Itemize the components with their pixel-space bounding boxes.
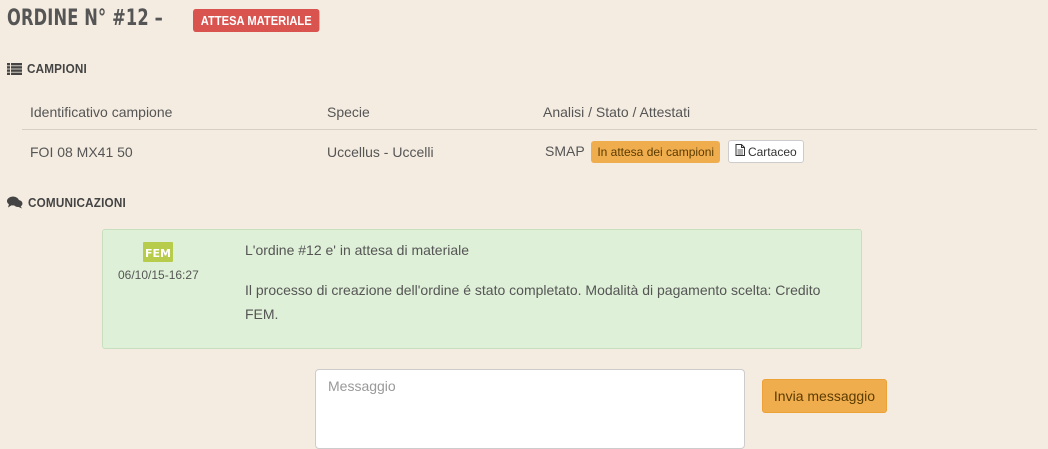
samples-heading-label: CAMPIONI (27, 61, 87, 76)
table-header-row: Identificativo campione Specie Analisi /… (22, 96, 1037, 130)
analysis-state-badge: In attesa dei campioni (591, 141, 721, 163)
communication-message: FEM 06/10/15-16:27 L'ordine #12 e' in at… (102, 229, 862, 349)
column-header-species: Specie (319, 96, 535, 130)
comments-icon (7, 196, 23, 209)
page-title: ORDINE N° #12 – (7, 6, 163, 31)
file-icon (735, 144, 745, 159)
order-status-badge: ATTESA MATERIALE (193, 9, 320, 32)
message-subject: L'ordine #12 e' in attesa di materiale (245, 242, 470, 258)
certificate-button[interactable]: Cartaceo (727, 140, 804, 163)
column-header-id: Identificativo campione (22, 96, 319, 130)
communications-section-heading: COMUNICAZIONI (7, 195, 137, 210)
sample-species-cell: Uccellus - Uccelli (327, 143, 434, 160)
list-icon (7, 62, 22, 75)
communications-heading-label: COMUNICAZIONI (28, 195, 126, 210)
column-header-analysis: Analisi / Stato / Attestati (535, 96, 1037, 130)
message-date: 06/10/15-16:27 (118, 268, 199, 282)
sample-id-cell: FOI 08 MX41 50 (30, 143, 133, 160)
message-input[interactable] (315, 369, 745, 449)
order-header: ORDINE N° #12 – (7, 6, 207, 31)
table-row: FOI 08 MX41 50 Uccellus - Uccelli SMAP I… (22, 130, 1037, 174)
fem-logo: FEM (143, 242, 173, 262)
analysis-name: SMAP (545, 143, 585, 159)
send-message-button[interactable]: Invia messaggio (762, 379, 887, 413)
svg-text:FEM: FEM (145, 247, 171, 260)
samples-section-heading: CAMPIONI (7, 61, 94, 76)
samples-table: Identificativo campione Specie Analisi /… (22, 96, 1037, 173)
message-body: Il processo di creazione dell'ordine é s… (245, 282, 821, 322)
sample-analysis-cell: SMAP In attesa dei campioni Cartaceo (535, 130, 1037, 174)
certificate-label: Cartaceo (747, 144, 797, 159)
